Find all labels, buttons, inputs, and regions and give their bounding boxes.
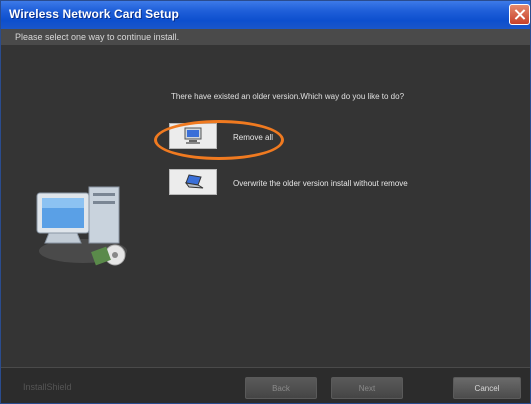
computer-illustration-icon xyxy=(36,186,127,266)
install-prompt: There have existed an older version.Whic… xyxy=(171,92,405,101)
setup-window: Wireless Network Card Setup Please selec… xyxy=(0,0,531,404)
content-area: There have existed an older version.Whic… xyxy=(1,45,530,367)
laptop-icon xyxy=(184,174,204,189)
title-bar: Wireless Network Card Setup xyxy=(1,1,530,29)
installshield-brand: InstallShield xyxy=(23,382,72,392)
instruction-text: Please select one way to continue instal… xyxy=(15,32,180,42)
next-button[interactable]: Next xyxy=(331,377,403,399)
close-button[interactable] xyxy=(509,4,530,25)
footer-bar: InstallShield Back Next Cancel xyxy=(1,367,530,403)
highlight-circle xyxy=(154,120,284,160)
back-button[interactable]: Back xyxy=(245,377,317,399)
overwrite-label: Overwrite the older version install with… xyxy=(233,179,408,188)
instruction-bar: Please select one way to continue instal… xyxy=(1,29,530,46)
cancel-button[interactable]: Cancel xyxy=(453,377,521,399)
overwrite-button[interactable] xyxy=(169,169,217,195)
window-title: Wireless Network Card Setup xyxy=(9,7,179,21)
